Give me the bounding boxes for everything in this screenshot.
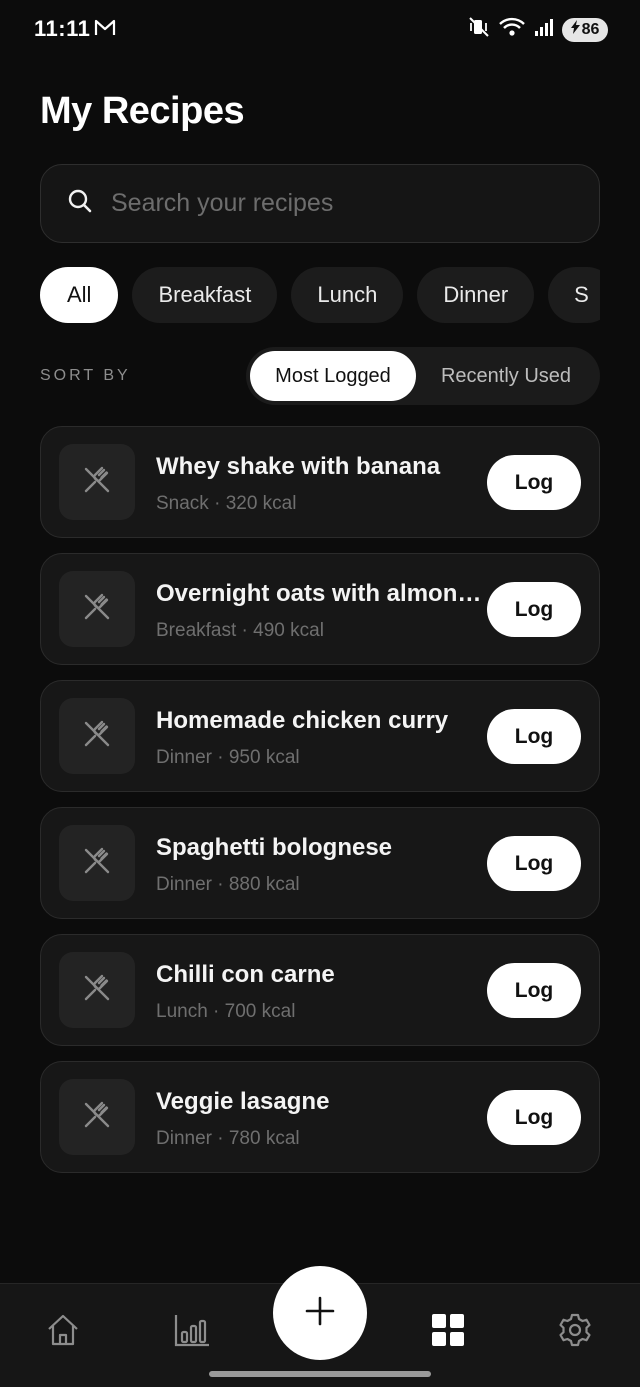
utensils-icon [80,463,114,502]
battery-level: 86 [581,20,600,38]
chip-lunch[interactable]: Lunch [291,267,404,323]
recipe-thumbnail [59,444,135,520]
battery-charging-icon [570,20,580,39]
settings-icon[interactable] [553,1308,597,1352]
log-button[interactable]: Log [487,836,581,891]
utensils-icon [80,844,114,883]
gmail-icon [94,19,116,42]
search-icon [67,188,93,219]
sort-toggle: Most Logged Recently Used [246,347,600,405]
recipe-card[interactable]: Spaghetti bolognese Dinner · 880 kcal Lo… [40,807,600,919]
recipe-list: Whey shake with banana Snack · 320 kcal … [40,426,600,1188]
search-bar[interactable] [40,164,600,243]
recipe-thumbnail [59,825,135,901]
chip-snack[interactable]: S [548,267,600,323]
recipe-name: Spaghetti bolognese [156,834,393,861]
recipe-name: Chilli con carne [156,961,335,988]
utensils-icon [80,971,114,1010]
home-indicator[interactable] [209,1371,431,1377]
log-button[interactable]: Log [487,1090,581,1145]
recipe-card[interactable]: Veggie lasagne Dinner · 780 kcal Log [40,1061,600,1173]
recipe-card[interactable]: Overnight oats with almond milk Breakfas… [40,553,600,665]
category-filter-chips: All Breakfast Lunch Dinner S [40,267,600,323]
sort-option-most-logged[interactable]: Most Logged [250,351,416,401]
recipe-meta: Dinner · 780 kcal [156,1128,300,1149]
recipe-thumbnail [59,1079,135,1155]
recipe-card[interactable]: Homemade chicken curry Dinner · 950 kcal… [40,680,600,792]
chip-all[interactable]: All [40,267,119,323]
status-time: 11:11 [34,16,91,41]
recipes-screen: 11:11 86 My Recipes Search your recipes … [0,0,640,1387]
chip-breakfast[interactable]: Breakfast [132,267,278,323]
recipe-name: Veggie lasagne [156,1088,330,1115]
recipe-thumbnail [59,698,135,774]
log-button[interactable]: Log [487,963,581,1018]
recipe-name: Whey shake with banana [156,453,441,480]
stats-icon[interactable] [170,1308,214,1352]
sort-option-recently-used[interactable]: Recently Used [416,351,596,401]
log-button[interactable]: Log [487,455,581,510]
utensils-icon [80,590,114,629]
signal-icon [534,17,554,42]
recipe-meta: Lunch · 700 kcal [156,1001,296,1022]
battery-indicator: 86 [562,17,608,42]
recipe-meta: Breakfast · 490 kcal [156,620,324,641]
home-icon[interactable] [41,1308,85,1352]
recipe-meta: Dinner · 950 kcal [156,747,300,768]
search-input[interactable] [111,189,551,218]
recipe-meta: Dinner · 880 kcal [156,874,300,895]
utensils-icon [80,717,114,756]
vibrate-silent-icon [468,16,490,43]
grid-icon[interactable] [426,1308,470,1352]
sort-label: SORT BY [40,367,131,384]
log-button[interactable]: Log [487,582,581,637]
status-icons: 86 [468,16,608,43]
recipe-meta: Snack · 320 kcal [156,493,297,514]
wifi-icon [498,16,526,43]
add-icon [305,1296,335,1331]
recipe-card[interactable]: Chilli con carne Lunch · 700 kcal Log [40,934,600,1046]
add-recipe-button[interactable] [273,1266,367,1360]
log-button[interactable]: Log [487,709,581,764]
recipe-thumbnail [59,571,135,647]
recipe-name: Overnight oats with almond milk [156,580,486,607]
page-title: My Recipes [40,90,245,132]
recipe-thumbnail [59,952,135,1028]
utensils-icon [80,1098,114,1137]
recipe-name: Homemade chicken curry [156,707,449,734]
status-bar: 11:11 86 [0,0,640,60]
chip-dinner[interactable]: Dinner [417,267,535,323]
recipe-card[interactable]: Whey shake with banana Snack · 320 kcal … [40,426,600,538]
